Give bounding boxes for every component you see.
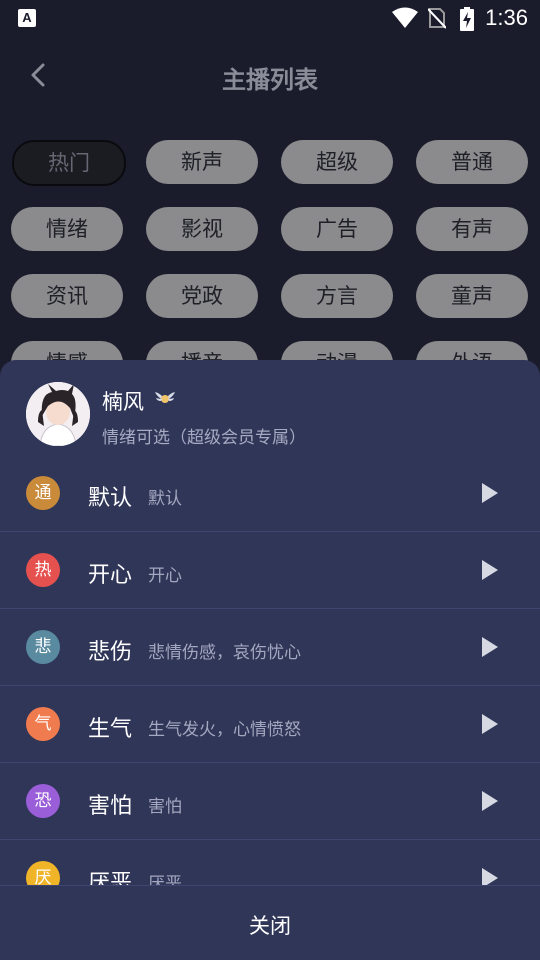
status-bar: A 1:36: [0, 0, 540, 36]
emotion-name: 开心: [88, 563, 133, 588]
emotion-desc: 生气发火，心情愤怒: [148, 720, 301, 740]
emotion-desc: 害怕: [148, 797, 182, 817]
emotion-row-sad[interactable]: 悲 悲伤 悲情伤感，哀伤忧心: [0, 609, 540, 686]
chip-new-voice[interactable]: 新声: [146, 140, 258, 184]
chip-child-voice[interactable]: 童声: [416, 274, 528, 318]
emotion-tag: 气: [26, 707, 60, 741]
play-icon[interactable]: [480, 635, 500, 659]
wifi-icon: [392, 7, 418, 28]
emotion-tag: 恐: [26, 784, 60, 818]
chip-audiobook[interactable]: 有声: [416, 207, 528, 251]
emotion-bottom-sheet: 楠风 情绪可选（超级会员专属） 通 默认 默认 热 开心 开心 悲 悲伤 悲情伤…: [0, 360, 540, 960]
emotion-desc: 悲情伤感，哀伤忧心: [148, 643, 301, 663]
app-notification-icon: A: [18, 9, 36, 27]
battery-charging-icon: [460, 7, 474, 31]
anchor-profile: 楠风 情绪可选（超级会员专属）: [0, 360, 540, 455]
chip-film[interactable]: 影视: [146, 207, 258, 251]
emotion-tag: 悲: [26, 630, 60, 664]
emotion-desc: 开心: [148, 566, 182, 586]
play-icon[interactable]: [480, 481, 500, 505]
chip-ads[interactable]: 广告: [281, 207, 393, 251]
play-icon[interactable]: [480, 712, 500, 736]
chip-normal[interactable]: 普通: [416, 140, 528, 184]
anchor-subtitle: 情绪可选（超级会员专属）: [102, 428, 306, 448]
page-title: 主播列表: [222, 66, 318, 94]
emotion-name: 默认: [88, 486, 133, 511]
emotion-name: 害怕: [88, 794, 133, 819]
emotion-name: 悲伤: [88, 640, 133, 665]
status-time: 1:36: [485, 5, 528, 30]
anchor-name: 楠风: [102, 390, 144, 414]
chip-party-gov[interactable]: 党政: [146, 274, 258, 318]
header: 主播列表: [0, 36, 540, 114]
no-sim-icon: [428, 8, 446, 29]
emotion-row-fear[interactable]: 恐 害怕 害怕: [0, 763, 540, 840]
play-icon[interactable]: [480, 558, 500, 582]
chip-emotion[interactable]: 情绪: [11, 207, 123, 251]
play-icon[interactable]: [480, 789, 500, 813]
chip-hot[interactable]: 热门: [12, 140, 126, 186]
emotion-tag: 热: [26, 553, 60, 587]
chip-dialect[interactable]: 方言: [281, 274, 393, 318]
vip-wings-icon: [155, 392, 175, 403]
emotion-desc: 默认: [148, 489, 182, 509]
emotion-tag: 通: [26, 476, 60, 510]
emotion-row-default[interactable]: 通 默认 默认: [0, 455, 540, 532]
emotion-row-happy[interactable]: 热 开心 开心: [0, 532, 540, 609]
chip-super[interactable]: 超级: [281, 140, 393, 184]
chip-news[interactable]: 资讯: [11, 274, 123, 318]
sheet-footer: 关闭: [0, 885, 540, 960]
close-button[interactable]: 关闭: [0, 910, 540, 940]
emotion-name: 生气: [88, 717, 133, 742]
avatar: [26, 382, 90, 446]
emotion-row-angry[interactable]: 气 生气 生气发火，心情愤怒: [0, 686, 540, 763]
